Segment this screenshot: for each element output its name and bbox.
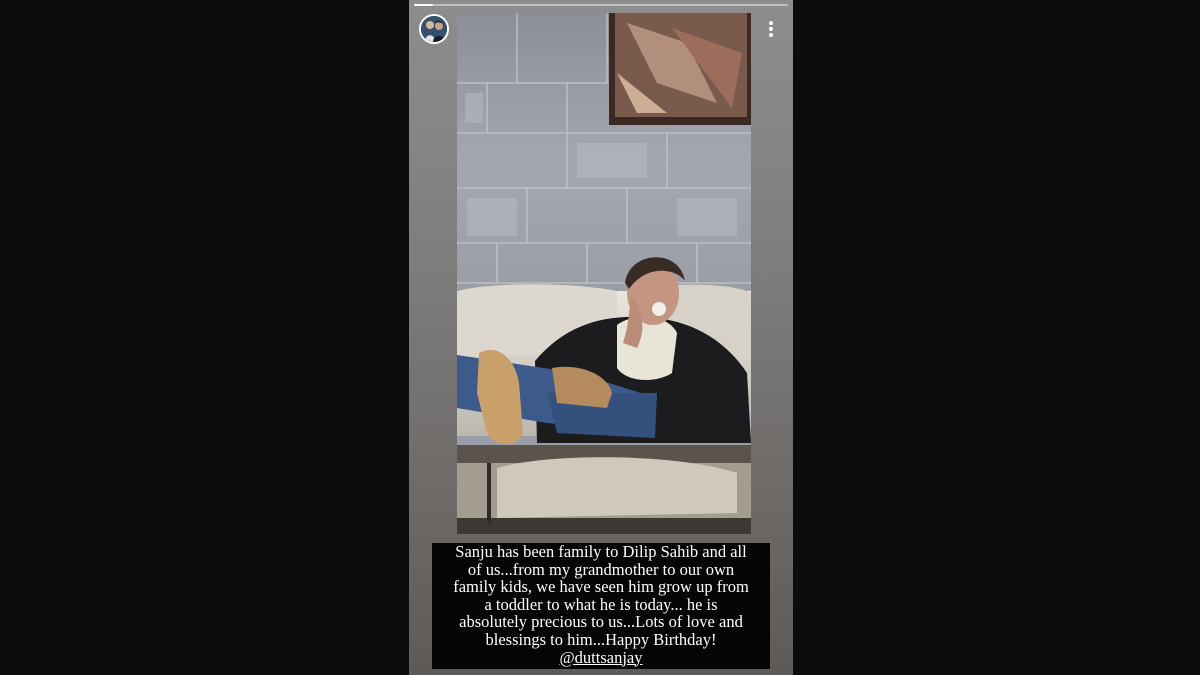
caption-line: of us...from my grandmother to our own [467,559,735,579]
story-caption: Sanju has been family to Dilip Sahib and… [432,543,770,669]
story-card[interactable]: sairabanu 2h [409,0,793,675]
caption-line: blessings to him...Happy Birthday! [485,629,717,649]
story-progress-fill [414,4,433,6]
caption-line: a toddler to what he is today... he is [484,594,718,614]
story-photo [457,13,751,534]
caption-line: Sanju has been family to Dilip Sahib and… [455,542,747,561]
mention-link[interactable]: @duttsanjay [559,648,642,667]
caption-line: absolutely precious to us...Lots of love… [459,612,743,632]
more-options-icon[interactable] [763,19,779,39]
caption-line: family kids, we have seen him grow up fr… [453,577,749,597]
viewer-backdrop: sairabanu 2h [0,0,1200,675]
story-progress-bar [414,4,788,6]
avatar[interactable] [419,14,449,44]
